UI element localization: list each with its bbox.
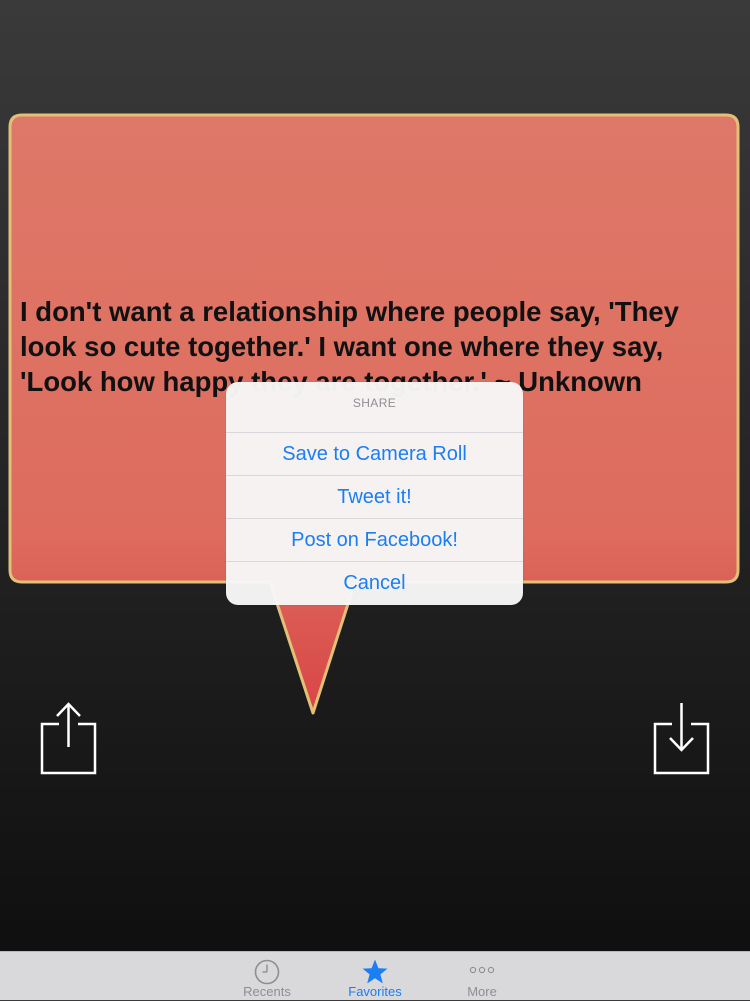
tab-favorites[interactable]: Favorites — [330, 952, 420, 1001]
download-icon[interactable] — [652, 700, 712, 776]
tweet-button[interactable]: Tweet it! — [226, 476, 523, 519]
star-icon — [362, 959, 388, 984]
post-on-facebook-button[interactable]: Post on Facebook! — [226, 519, 523, 562]
more-dots-icon — [469, 966, 495, 974]
tab-more[interactable]: More — [437, 952, 527, 1001]
share-action-sheet: SHARE Save to Camera Roll Tweet it! Post… — [226, 382, 523, 605]
quote-bubble: I don't want a relationship where people… — [0, 0, 750, 730]
tab-recents[interactable]: Recents — [222, 952, 312, 1001]
quote-screen: I don't want a relationship where people… — [0, 0, 750, 1000]
tab-more-label: More — [467, 984, 497, 999]
save-to-camera-roll-button[interactable]: Save to Camera Roll — [226, 433, 523, 476]
tab-favorites-label: Favorites — [348, 984, 402, 999]
clock-icon — [254, 959, 280, 985]
cancel-button[interactable]: Cancel — [226, 562, 523, 605]
share-sheet-title: SHARE — [226, 382, 523, 433]
share-icon[interactable] — [38, 700, 98, 776]
tab-recents-label: Recents — [243, 984, 291, 999]
tab-bar: Recents Favorites More — [0, 951, 750, 1000]
